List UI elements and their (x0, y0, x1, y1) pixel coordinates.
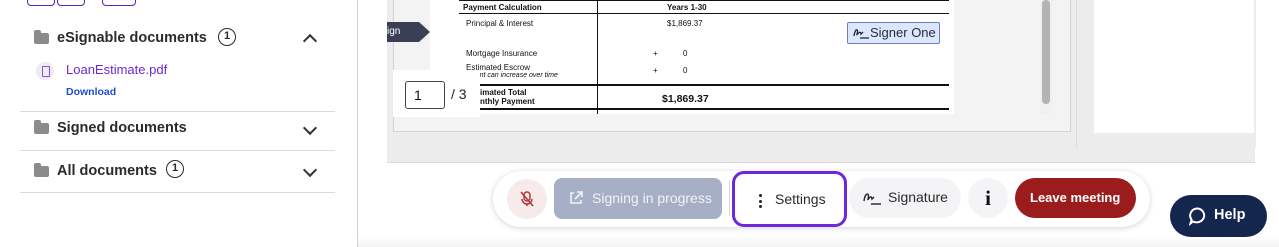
table-column-rule (597, 0, 599, 114)
sign-here-tab[interactable]: ign (387, 22, 419, 42)
folder-icon (34, 120, 49, 134)
page-total: / 3 (451, 86, 467, 102)
panel-tool-button[interactable] (102, 0, 136, 6)
signature-button[interactable]: Signature (849, 178, 961, 218)
signer-one-field[interactable]: Signer One (847, 22, 940, 44)
chevron-down-icon[interactable] (302, 162, 318, 178)
sign-tab-label: ign (387, 26, 401, 37)
more-vertical-icon (759, 194, 762, 208)
external-link-icon (570, 191, 583, 204)
page-number-input[interactable]: 1 (405, 81, 445, 109)
download-link[interactable]: Download (66, 86, 116, 98)
total-label: imated Total (480, 88, 527, 97)
table-header-years: Years 1-30 (667, 3, 707, 12)
settings-label: Settings (775, 191, 826, 207)
mic-off-icon (520, 191, 534, 207)
folder-icon (34, 163, 49, 177)
section-label: All documents (57, 163, 157, 179)
chevron-up-icon[interactable] (302, 33, 318, 49)
row-operator: + (653, 66, 658, 75)
panel-divider (357, 0, 358, 247)
signature-icon (853, 29, 869, 39)
leave-label: Leave meeting (1030, 190, 1121, 205)
signer-tag-label: Signer One (870, 25, 936, 40)
table-header-label: Payment Calculation (463, 3, 542, 12)
row-label: Mortgage Insurance (466, 49, 538, 58)
row-operator: + (653, 49, 658, 58)
folder-icon (34, 30, 49, 44)
count-badge: 1 (218, 28, 236, 46)
signature-icon (863, 193, 881, 205)
signature-label: Signature (888, 189, 948, 205)
panel-tool-button[interactable] (27, 0, 55, 6)
section-label: eSignable documents (57, 30, 207, 46)
divider (20, 111, 335, 112)
settings-button[interactable]: Settings (732, 171, 847, 227)
table-rule (459, 108, 949, 110)
chat-bubble-icon (1188, 207, 1206, 226)
table-rule (459, 84, 949, 86)
leave-meeting-button[interactable]: Leave meeting (1015, 178, 1136, 218)
table-rule (459, 13, 949, 15)
document-icon (36, 62, 54, 80)
total-value: $1,869.37 (662, 93, 709, 105)
section-label: Signed documents (57, 120, 187, 136)
panel-tool-button[interactable] (57, 0, 85, 6)
signing-in-progress-button[interactable]: Signing in progress (554, 178, 722, 219)
mute-button[interactable] (507, 179, 547, 219)
signing-label: Signing in progress (592, 190, 712, 206)
side-page (1094, 0, 1254, 133)
row-label: Principal & Interest (466, 19, 534, 28)
sign-tab-arrow (419, 22, 430, 42)
divider (20, 150, 335, 151)
total-label: nthly Payment (480, 97, 535, 106)
info-button[interactable]: i (968, 178, 1008, 218)
divider (20, 192, 335, 193)
scrollbar-thumb[interactable] (1042, 0, 1050, 104)
row-value: 0 (683, 66, 688, 75)
help-button[interactable]: Help (1170, 195, 1267, 237)
chevron-down-icon[interactable] (302, 120, 318, 136)
file-link-loanestimate[interactable]: LoanEstimate.pdf (66, 62, 167, 77)
count-badge: 1 (166, 160, 184, 178)
toolbar-divider (729, 180, 730, 216)
help-label: Help (1214, 207, 1246, 223)
table-rule (459, 0, 949, 2)
bottom-shade (358, 236, 1279, 247)
row-value: 0 (683, 49, 688, 58)
row-value: $1,869.37 (667, 19, 703, 28)
documents-panel: eSignable documents 1 LoanEstimate.pdf D… (0, 0, 357, 247)
